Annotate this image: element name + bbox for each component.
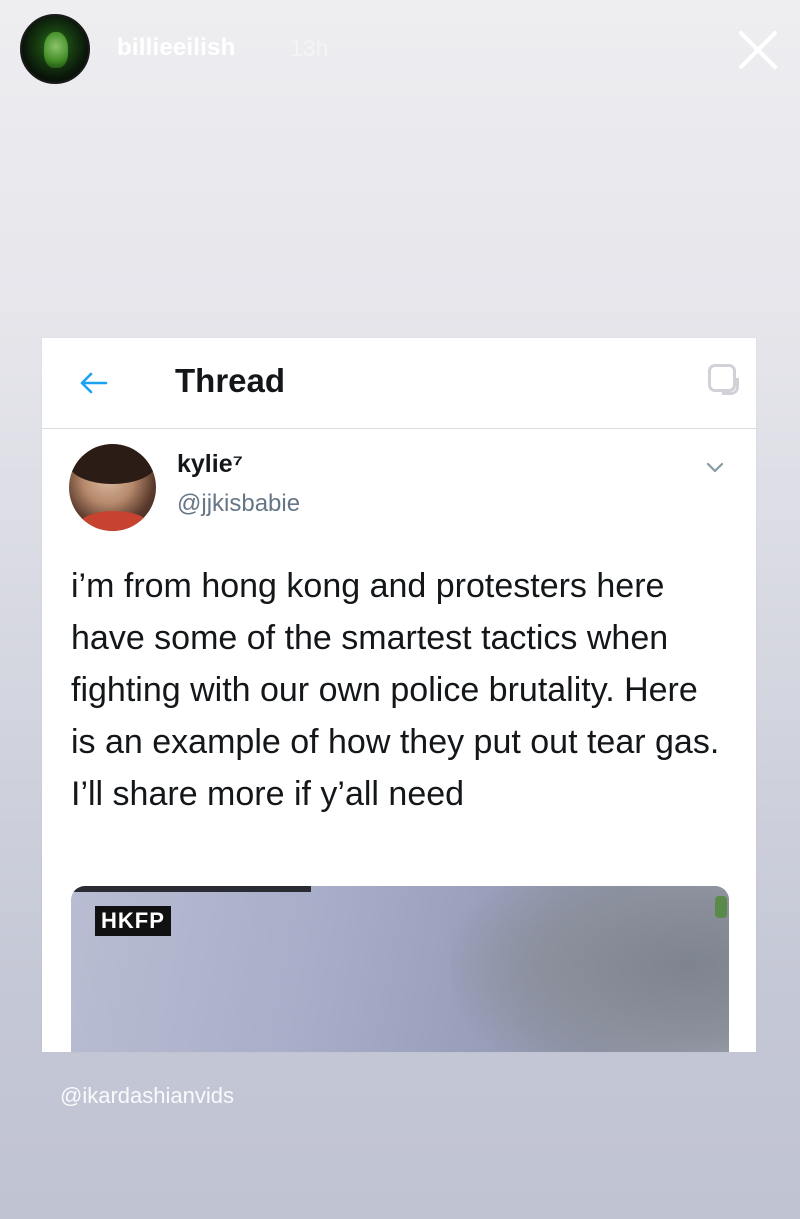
media-badge: HKFP: [95, 906, 171, 936]
story-username[interactable]: billieeilish: [117, 34, 235, 62]
thread-title: Thread: [175, 362, 286, 399]
story-header: billieeilish 13h: [20, 14, 780, 86]
story-avatar[interactable]: [20, 14, 90, 84]
chevron-down-icon[interactable]: [704, 456, 726, 478]
author-name[interactable]: kylie⁷: [177, 450, 243, 479]
tweet-card: Thread kylie⁷ @jjkisbabie i’m from hong …: [42, 338, 756, 1052]
story-avatar-figure: [44, 32, 68, 68]
story-credit[interactable]: @ikardashianvids: [60, 1083, 234, 1109]
author-handle[interactable]: @jjkisbabie: [177, 490, 300, 518]
copy-icon[interactable]: [708, 364, 739, 395]
media-corner-mark: [715, 896, 727, 918]
thread-header: Thread: [42, 338, 756, 429]
media-top-edge: [71, 886, 311, 892]
back-arrow-icon[interactable]: [76, 366, 110, 400]
story-timestamp: 13h: [290, 35, 329, 61]
close-icon[interactable]: [736, 28, 780, 72]
author-avatar[interactable]: [69, 444, 156, 531]
avatar-shirt: [79, 511, 149, 531]
avatar-hair: [69, 444, 156, 484]
tweet-media[interactable]: HKFP: [71, 886, 729, 1052]
tweet-text: i’m from hong kong and protesters here h…: [71, 567, 720, 813]
media-smoke: [451, 886, 729, 1052]
